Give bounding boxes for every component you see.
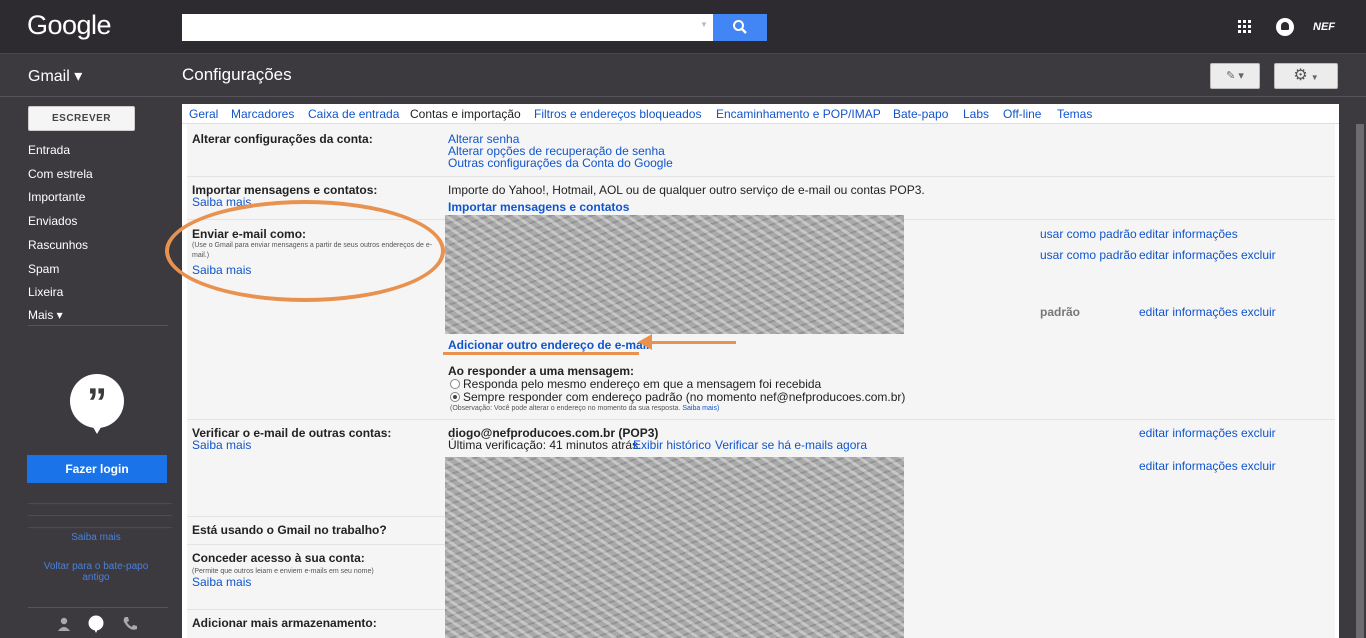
apps-grid-icon[interactable] bbox=[1237, 19, 1252, 34]
input-tools-button[interactable]: ✎ ▾ bbox=[1210, 63, 1260, 89]
sidebar-item-sent[interactable]: Enviados bbox=[28, 214, 77, 228]
delete-link[interactable]: excluir bbox=[1241, 248, 1276, 262]
settings-tabs: Geral Marcadores Caixa de entrada Contas… bbox=[182, 104, 1339, 124]
tab-forwarding[interactable]: Encaminhamento e POP/IMAP bbox=[716, 107, 881, 121]
tab-chat[interactable]: Bate-papo bbox=[893, 107, 948, 121]
edit-info-link[interactable]: editar informações bbox=[1139, 227, 1238, 241]
row-divider bbox=[187, 544, 445, 545]
reply-note: (Observação: Você pode alterar o endereç… bbox=[450, 405, 719, 412]
settings-content: Geral Marcadores Caixa de entrada Contas… bbox=[182, 104, 1339, 638]
edit-info-link[interactable]: editar informações bbox=[1139, 248, 1238, 262]
grant-access-label: Conceder acesso à sua conta: bbox=[192, 551, 365, 565]
top-bar: Google ▼ NEF bbox=[0, 0, 1366, 54]
contacts-icon[interactable] bbox=[56, 616, 72, 632]
sidebar-bottom-divider bbox=[28, 607, 168, 608]
sidebar-item-important[interactable]: Importante bbox=[28, 190, 85, 204]
edit-info-link[interactable]: editar informações bbox=[1139, 305, 1238, 319]
chevron-down-icon: ▼ bbox=[1310, 73, 1319, 82]
highlight-arrow-head bbox=[638, 334, 652, 350]
hangouts-learn-more-link[interactable]: Saiba mais bbox=[28, 532, 164, 543]
sidebar-divider bbox=[28, 325, 168, 326]
account-settings-label: Alterar configurações da conta: bbox=[192, 132, 373, 146]
sidebar-bottom-tabs bbox=[48, 613, 148, 638]
tab-offline[interactable]: Off-line bbox=[1003, 107, 1041, 121]
view-history-link[interactable]: Exibir histórico bbox=[633, 438, 711, 452]
google-account-settings-link[interactable]: Outras configurações da Conta do Google bbox=[448, 156, 673, 170]
search-input[interactable] bbox=[182, 14, 713, 41]
hangouts-login-button[interactable]: Fazer login bbox=[27, 455, 167, 483]
add-email-address-link[interactable]: Adicionar outro endereço de e-mail bbox=[448, 338, 649, 352]
reply-same-address-label: Responda pelo mesmo endereço em que a me… bbox=[463, 377, 822, 391]
search-icon bbox=[733, 20, 747, 34]
tab-inbox[interactable]: Caixa de entrada bbox=[308, 107, 399, 121]
row-divider bbox=[187, 516, 445, 517]
highlight-arrow bbox=[650, 341, 736, 344]
highlight-underline bbox=[443, 352, 639, 355]
google-logo[interactable]: Google bbox=[27, 10, 112, 41]
sub-bar: Gmail ▾ Configurações ✎ ▾ ⚙ ▼ bbox=[0, 55, 1366, 97]
reply-note-learn-more-link[interactable]: Saiba mais) bbox=[682, 405, 719, 412]
work-label: Está usando o Gmail no trabalho? bbox=[192, 523, 387, 537]
scrollbar-thumb[interactable] bbox=[1356, 124, 1364, 638]
tab-filters[interactable]: Filtros e endereços bloqueados bbox=[534, 107, 701, 121]
sidebar-item-drafts[interactable]: Rascunhos bbox=[28, 238, 88, 252]
sidebar-item-spam[interactable]: Spam bbox=[28, 262, 59, 276]
sidebar-item-more[interactable]: Mais ▾ bbox=[28, 308, 63, 322]
account-avatar[interactable]: NEF bbox=[1310, 14, 1338, 40]
import-description: Importe do Yahoo!, Hotmail, AOL ou de qu… bbox=[448, 183, 925, 197]
sidebar: ESCREVER Entrada Com estrela Importante … bbox=[0, 97, 182, 638]
hangouts-icon: ” bbox=[70, 374, 124, 434]
reply-note-text: (Observação: Você pode alterar o endereç… bbox=[450, 405, 681, 412]
check-mail-now-link[interactable]: Verificar se há e-mails agora bbox=[715, 438, 867, 452]
import-mail-link[interactable]: Importar mensagens e contatos bbox=[448, 200, 629, 214]
row-divider bbox=[187, 609, 445, 610]
reply-default-address-label: Sempre responder com endereço padrão (no… bbox=[463, 390, 906, 404]
storage-label: Adicionar mais armazenamento: bbox=[192, 616, 377, 630]
tab-labels[interactable]: Marcadores bbox=[231, 107, 294, 121]
tab-labs[interactable]: Labs bbox=[963, 107, 989, 121]
edit-info-link[interactable]: editar informações bbox=[1139, 426, 1238, 440]
reply-same-address-radio[interactable] bbox=[450, 379, 460, 389]
notifications-icon[interactable] bbox=[1276, 18, 1294, 36]
redacted-addresses-image bbox=[445, 215, 904, 334]
make-default-link[interactable]: usar como padrão bbox=[1040, 227, 1137, 241]
delete-link[interactable]: excluir bbox=[1241, 459, 1276, 473]
tab-themes[interactable]: Temas bbox=[1057, 107, 1092, 121]
reply-setting-title: Ao responder a uma mensagem: bbox=[448, 364, 635, 378]
compose-button[interactable]: ESCREVER bbox=[28, 106, 135, 131]
settings-panel: Alterar configurações da conta: Alterar … bbox=[187, 124, 1335, 638]
edit-info-link[interactable]: editar informações bbox=[1139, 459, 1238, 473]
settings-button[interactable]: ⚙ ▼ bbox=[1274, 63, 1338, 89]
check-mail-learn-more-link[interactable]: Saiba mais bbox=[192, 438, 251, 452]
delete-link[interactable]: excluir bbox=[1241, 305, 1276, 319]
hangouts-faded-text: ———————————————— ———————————————— ————————… bbox=[28, 498, 172, 532]
delete-link[interactable]: excluir bbox=[1241, 426, 1276, 440]
hangouts-tab-icon[interactable] bbox=[88, 615, 104, 633]
highlight-ellipse bbox=[165, 200, 445, 302]
redacted-accounts-image bbox=[445, 457, 904, 638]
row-divider bbox=[187, 419, 1335, 420]
gmail-menu[interactable]: Gmail ▾ bbox=[28, 66, 82, 86]
search-options-icon[interactable]: ▼ bbox=[700, 20, 708, 29]
sidebar-item-inbox[interactable]: Entrada bbox=[28, 143, 70, 157]
last-check-text: Última verificação: 41 minutos atrás. bbox=[448, 438, 642, 452]
grant-access-learn-more-link[interactable]: Saiba mais bbox=[192, 575, 251, 589]
page-title: Configurações bbox=[182, 65, 292, 84]
gear-icon: ⚙ bbox=[1293, 67, 1308, 84]
old-chat-link[interactable]: Voltar para o bate-papo antigo bbox=[32, 561, 160, 583]
tab-accounts-import[interactable]: Contas e importação bbox=[410, 107, 521, 121]
pencil-icon: ✎ ▾ bbox=[1226, 70, 1244, 82]
sidebar-item-trash[interactable]: Lixeira bbox=[28, 285, 63, 299]
default-badge: padrão bbox=[1040, 305, 1081, 319]
tab-general[interactable]: Geral bbox=[189, 107, 218, 121]
sidebar-item-starred[interactable]: Com estrela bbox=[28, 167, 93, 181]
reply-default-address-radio[interactable] bbox=[450, 392, 460, 402]
row-divider bbox=[187, 176, 1335, 177]
make-default-link[interactable]: usar como padrão bbox=[1040, 248, 1137, 262]
search-button[interactable] bbox=[713, 14, 767, 41]
phone-icon[interactable] bbox=[122, 616, 138, 632]
